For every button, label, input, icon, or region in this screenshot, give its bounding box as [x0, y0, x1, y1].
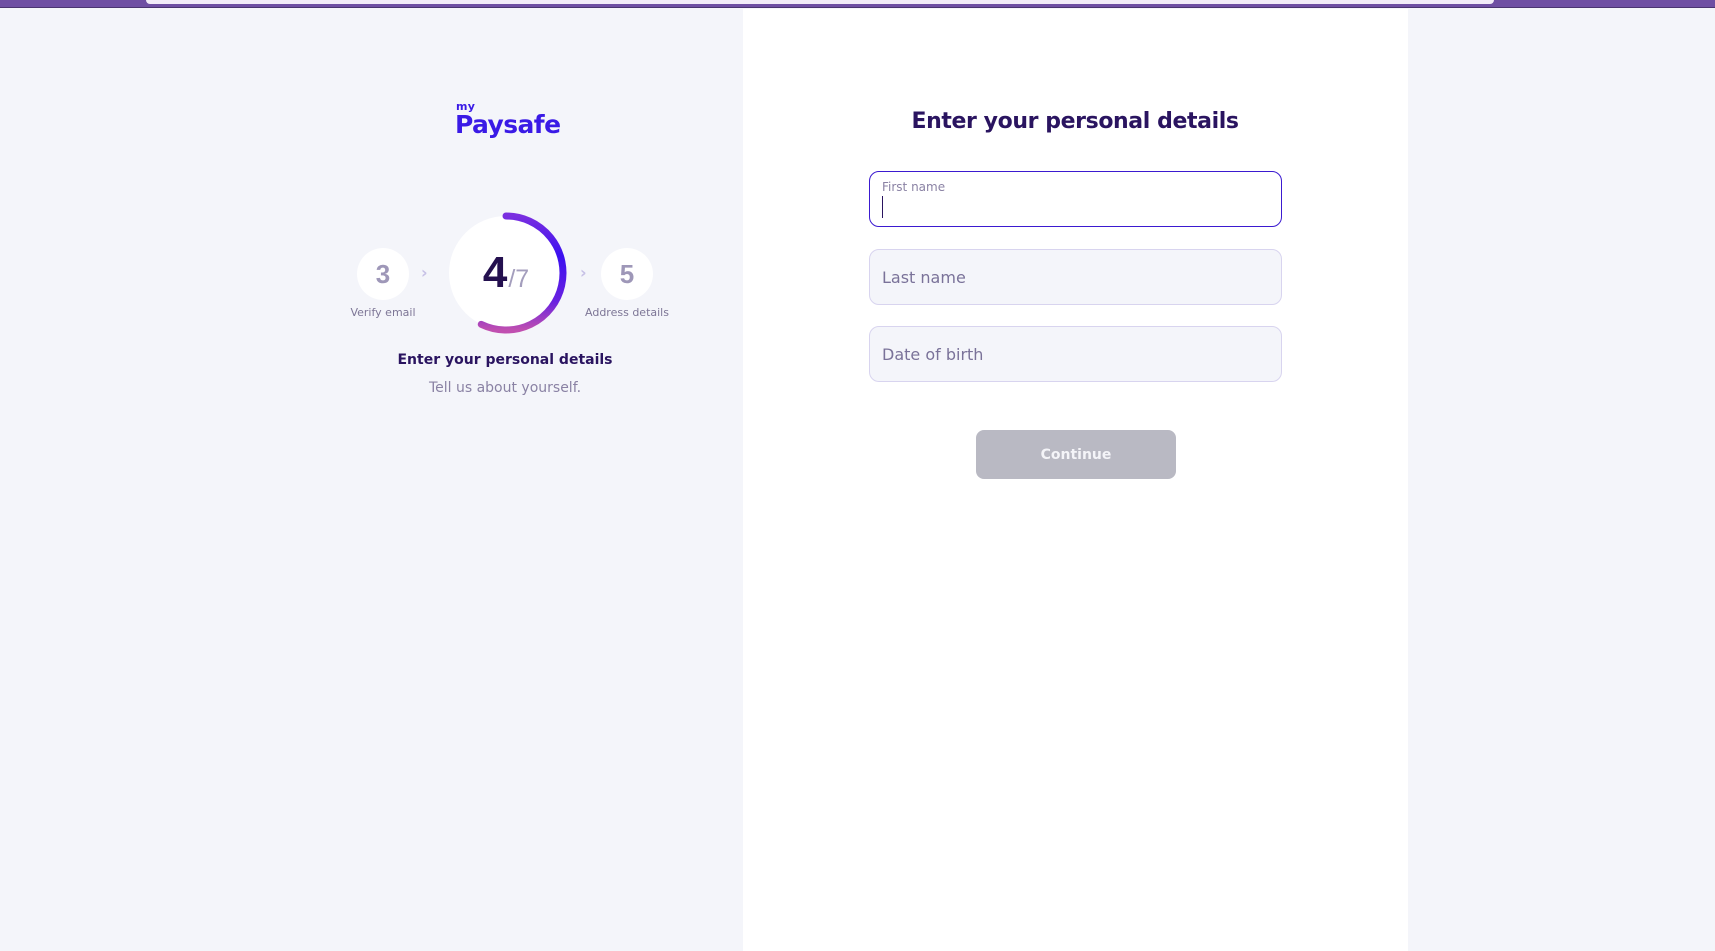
first-name-label: First name: [882, 180, 946, 194]
form-title: Enter your personal details: [911, 109, 1239, 134]
previous-step-number: 3: [375, 258, 391, 289]
date-of-birth-input[interactable]: [882, 342, 1267, 366]
current-step-text: 4 /7: [448, 211, 564, 335]
continue-button[interactable]: Continue: [976, 430, 1176, 479]
previous-step-badge: 3: [357, 248, 409, 300]
total-steps: /7: [508, 264, 530, 293]
top-bar-banner: [146, 0, 1494, 4]
previous-step-label: Verify email: [350, 306, 416, 319]
next-step-badge: 5: [601, 248, 653, 300]
top-bar: [0, 0, 1715, 8]
date-of-birth-field[interactable]: [869, 326, 1282, 382]
next-step-label: Address details: [585, 306, 669, 319]
chevron-right-icon: ›: [580, 263, 587, 282]
chevron-right-icon: ›: [421, 263, 428, 282]
last-name-field[interactable]: [869, 249, 1282, 305]
current-step-number: 4: [482, 248, 508, 297]
form-panel: [743, 9, 1408, 951]
next-step-number: 5: [619, 258, 635, 289]
progress-panel: [0, 9, 743, 951]
first-name-input[interactable]: [882, 196, 1267, 218]
step-title: Enter your personal details: [397, 352, 613, 368]
first-name-field[interactable]: First name: [869, 171, 1282, 227]
right-margin-panel: [1408, 9, 1715, 951]
mypaysafe-logo: my Paysafe: [455, 101, 565, 138]
last-name-input[interactable]: [882, 265, 1267, 289]
step-subtitle: Tell us about yourself.: [428, 380, 582, 396]
current-step-progress-ring: 4 /7: [448, 211, 572, 335]
logo-name: Paysafe: [455, 110, 561, 139]
